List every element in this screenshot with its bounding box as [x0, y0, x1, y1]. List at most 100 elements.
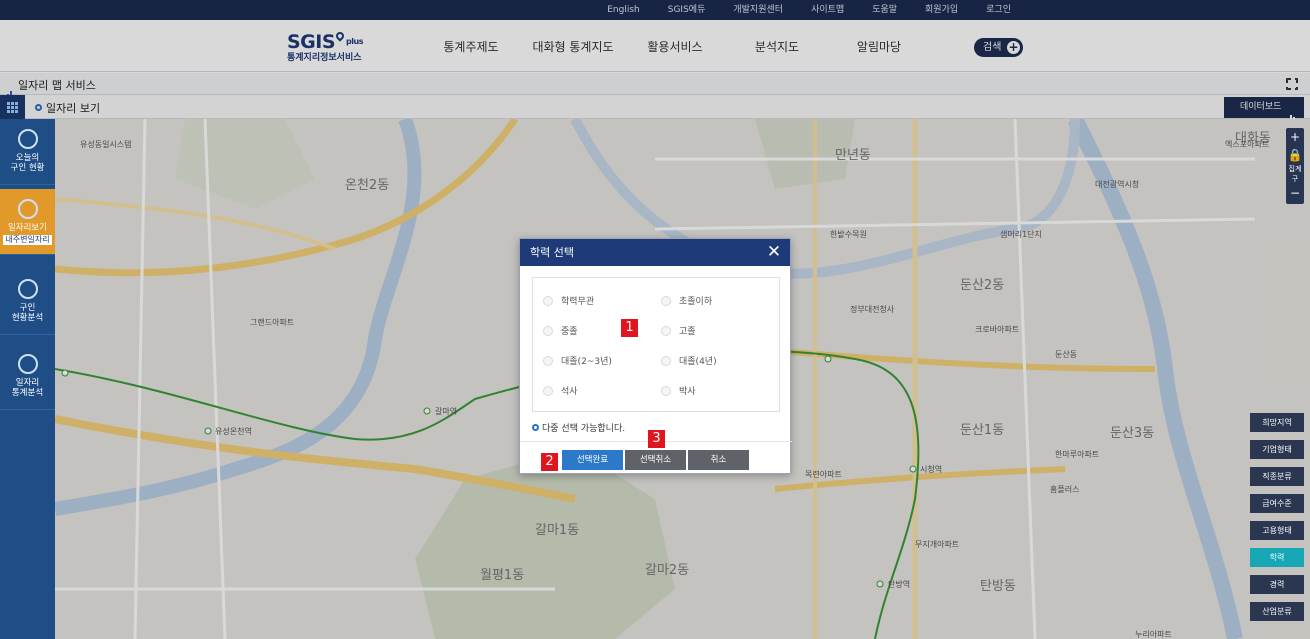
filter-industry-button[interactable]: 산업분류	[1250, 602, 1304, 621]
annotation-marker-3: 3	[648, 430, 665, 448]
zoom-in-button[interactable]: +	[1286, 128, 1304, 146]
app-title-bar: 일자리 맵 서비스	[0, 73, 1310, 100]
confirm-selection-button[interactable]: 선택완료	[562, 450, 623, 470]
radio-icon[interactable]	[543, 325, 553, 336]
plus-icon: +	[1007, 40, 1020, 54]
option-label: 고졸	[679, 327, 696, 337]
link-help[interactable]: 도움말	[858, 0, 911, 20]
district-label: 월평1동	[480, 568, 525, 583]
map-pin-icon	[334, 30, 346, 42]
option-doctorate[interactable]: 박사	[661, 384, 696, 397]
sidebar-item-job-view[interactable]: 일자리보기 내주변일자리	[0, 189, 55, 255]
nav-interactive-map[interactable]: 대화형 통계지도	[522, 40, 624, 54]
option-label: 초졸이하	[679, 297, 713, 307]
sidebar-item-today-jobs[interactable]: 오늘의 구인 현황	[0, 119, 55, 185]
nav-analysis-map[interactable]: 분석지도	[726, 40, 828, 54]
option-label: 학력무관	[561, 297, 595, 307]
option-label: 중졸	[561, 327, 578, 337]
link-sgis-edu[interactable]: SGIS에듀	[654, 0, 720, 20]
logo-plus: plus	[346, 37, 363, 46]
location-person-icon	[17, 199, 38, 219]
lock-icon[interactable]: 🔒	[1286, 146, 1304, 164]
option-label: 박사	[679, 387, 696, 397]
radio-icon[interactable]	[543, 295, 553, 306]
bar-chart-icon	[4, 81, 14, 100]
radio-icon[interactable]	[661, 295, 671, 306]
district-label: 만년동	[835, 148, 871, 163]
radio-icon[interactable]	[543, 385, 553, 396]
data-board-button[interactable]: 데이터보드	[1224, 97, 1304, 124]
nav-services[interactable]: 활용서비스	[624, 40, 726, 54]
radio-icon[interactable]	[661, 355, 671, 366]
clear-selection-button[interactable]: 선택취소	[625, 450, 686, 470]
unit-label: 집계구	[1288, 165, 1302, 183]
district-label: 온천2동	[345, 178, 390, 193]
search-button[interactable]: 검색 +	[974, 38, 1023, 57]
cancel-button[interactable]: 취소	[688, 450, 749, 470]
district-label: 갈마1동	[535, 523, 580, 538]
sidebar-label: 구인	[19, 303, 36, 313]
place-label: 무지개아파트	[915, 540, 960, 549]
filter-career-button[interactable]: 경력	[1250, 575, 1304, 594]
filter-job-class-button[interactable]: 직종분류	[1250, 467, 1304, 486]
option-elementary[interactable]: 초졸이하	[661, 294, 712, 307]
nav-notice[interactable]: 알림마당	[828, 40, 930, 54]
nav-theme-map[interactable]: 통계주제도	[420, 40, 522, 54]
dialog-title: 학력 선택	[530, 246, 574, 259]
sidebar-label: 구인 현황	[10, 163, 45, 173]
option-masters[interactable]: 석사	[543, 384, 578, 397]
map-zoom-control: + 🔒 집계구 −	[1286, 128, 1304, 204]
place-label: 대전광역시청	[1095, 180, 1140, 189]
place-label: 한밭수목원	[830, 230, 867, 239]
district-label: 둔산2동	[960, 278, 1005, 293]
option-university-4yr[interactable]: 대졸(4년)	[661, 354, 717, 367]
radio-icon[interactable]	[661, 385, 671, 396]
link-signup[interactable]: 회원가입	[911, 0, 972, 20]
radio-icon[interactable]	[543, 355, 553, 366]
district-label: 둔산3동	[1110, 426, 1155, 441]
sgis-logo[interactable]: SGIS plus 통계지리정보서비스	[287, 30, 363, 64]
filter-salary-button[interactable]: 급여수준	[1250, 494, 1304, 513]
sidebar-label: 일자리	[15, 378, 40, 388]
sidebar-item-job-stats[interactable]: 일자리 통계분석	[0, 344, 55, 410]
radio-icon[interactable]	[661, 325, 671, 336]
filter-company-type-button[interactable]: 기업형태	[1250, 440, 1304, 459]
education-options: 학력무관 초졸이하 중졸 고졸 대졸(2~3년) 대졸(4년) 석사 박사	[532, 277, 780, 412]
place-label: 크로바아파트	[975, 325, 1020, 334]
link-login[interactable]: 로그인	[972, 0, 1025, 20]
place-label: 누리아파트	[1135, 630, 1172, 639]
place-label: 그랜드아파트	[250, 318, 295, 327]
zoom-out-button[interactable]: −	[1286, 184, 1304, 202]
option-college-2-3yr[interactable]: 대졸(2~3년)	[543, 354, 612, 367]
district-label: 둔산1동	[960, 423, 1005, 438]
option-label: 대졸(4년)	[679, 357, 717, 367]
bullet-icon	[532, 424, 539, 431]
link-sitemap[interactable]: 사이트맵	[797, 0, 858, 20]
sub-title-bar: 일자리 보기 데이터보드	[0, 95, 1310, 124]
link-dev-center[interactable]: 개발지원센터	[719, 0, 797, 20]
grid-menu-icon[interactable]	[0, 95, 25, 119]
app-title: 일자리 맵 서비스	[18, 79, 96, 92]
filter-region-button[interactable]: 희망지역	[1250, 413, 1304, 432]
sidebar-label: 통계분석	[11, 388, 44, 398]
place-label: 탄방역	[888, 580, 911, 589]
nearby-jobs-tag[interactable]: 내주변일자리	[3, 235, 52, 245]
sidebar-item-recruit-analysis[interactable]: 구인 현황분석	[0, 269, 55, 335]
place-label: 시청역	[920, 465, 943, 474]
link-english[interactable]: English	[593, 0, 654, 20]
district-label: 갈마2동	[645, 563, 690, 578]
option-middle-school[interactable]: 중졸	[543, 324, 578, 337]
bullet-icon	[35, 104, 42, 111]
fullscreen-icon[interactable]	[1285, 77, 1299, 91]
option-no-requirement[interactable]: 학력무관	[543, 294, 594, 307]
option-high-school[interactable]: 고졸	[661, 324, 696, 337]
filter-employment-type-button[interactable]: 고용형태	[1250, 521, 1304, 540]
document-person-icon	[17, 129, 38, 149]
place-label: 정부대전청사	[850, 305, 895, 314]
filter-education-button[interactable]: 학력	[1250, 548, 1304, 567]
multi-select-note: 다중 선택 가능합니다.	[532, 421, 625, 434]
main-header: SGIS plus 통계지리정보서비스 통계주제도 대화형 통계지도 활용서비스 …	[0, 20, 1310, 72]
data-board-label: 데이터보드	[1240, 102, 1282, 112]
global-nav: 통계주제도 대화형 통계지도 활용서비스 분석지도 알림마당	[420, 40, 930, 54]
close-icon[interactable]: ✕	[764, 242, 784, 262]
